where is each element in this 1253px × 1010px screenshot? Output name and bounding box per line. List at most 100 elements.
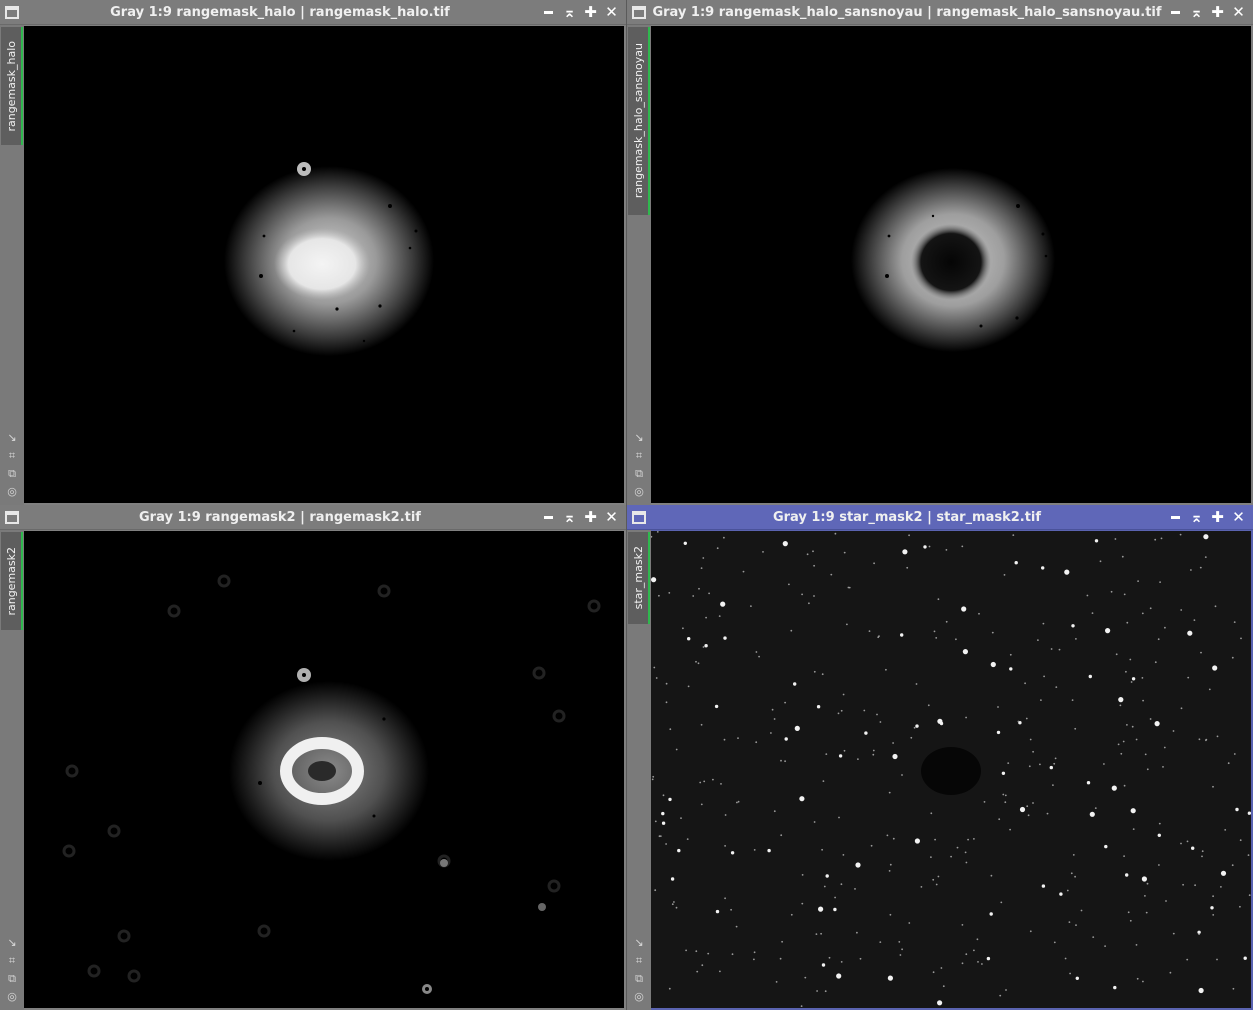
rangemask2-image: [62, 574, 601, 994]
minimize-button[interactable]: [538, 505, 559, 530]
drag-handle-icon[interactable]: ↘: [632, 430, 646, 445]
image-canvas[interactable]: [651, 26, 1251, 503]
star: [1026, 805, 1029, 808]
star: [1136, 977, 1139, 980]
star: [840, 961, 843, 963]
view-target-icon[interactable]: ◎: [5, 484, 19, 499]
fit-view-icon[interactable]: ⌗: [5, 448, 19, 463]
image-canvas[interactable]: [24, 531, 624, 1008]
window-menu-icon[interactable]: [5, 511, 19, 524]
star: [742, 570, 745, 573]
star: [708, 592, 710, 595]
shade-button[interactable]: ⌅: [1186, 0, 1207, 25]
close-button[interactable]: ✕: [601, 505, 622, 530]
shade-button[interactable]: ⌅: [1186, 505, 1207, 530]
minimize-button[interactable]: [1165, 505, 1186, 530]
view-tab[interactable]: rangemask_halo: [1, 27, 23, 145]
maximize-button[interactable]: ✚: [1207, 505, 1228, 530]
star: [675, 748, 678, 751]
close-button[interactable]: ✕: [1228, 0, 1249, 25]
star: [720, 783, 722, 785]
clone-view-icon[interactable]: ⧉: [632, 971, 646, 986]
window-title: Gray 1:9 star_mask2 | star_mask2.tif: [772, 510, 1042, 525]
image-window-rangemask-halo-sansnoyau[interactable]: Gray 1:9 rangemask_halo_sansnoyau | rang…: [627, 0, 1253, 505]
star: [1000, 901, 1003, 904]
star: [1043, 675, 1045, 678]
star: [699, 781, 702, 784]
star: [1186, 958, 1189, 961]
view-tab[interactable]: rangemask_halo_sansnoyau: [628, 27, 650, 215]
star: [788, 583, 790, 586]
shade-button[interactable]: ⌅: [559, 505, 580, 530]
star: [683, 541, 687, 545]
image-canvas[interactable]: [651, 531, 1251, 1008]
window-titlebar[interactable]: Gray 1:9 rangemask_halo | rangemask_halo…: [0, 0, 626, 25]
clone-view-icon[interactable]: ⧉: [5, 971, 19, 986]
window-menu-icon[interactable]: [632, 6, 646, 19]
image-window-star-mask2[interactable]: Gray 1:9 star_mask2 | star_mask2.tif ⌅ ✚…: [627, 505, 1253, 1010]
star: [790, 629, 793, 632]
view-target-icon[interactable]: ◎: [5, 989, 19, 1004]
window-menu-icon[interactable]: [5, 6, 19, 19]
star: [671, 903, 674, 906]
star: [753, 849, 756, 851]
fit-view-icon[interactable]: ⌗: [632, 953, 646, 968]
star: [1193, 619, 1196, 621]
view-target-icon[interactable]: ◎: [632, 484, 646, 499]
image-window-rangemask-halo[interactable]: Gray 1:9 rangemask_halo | rangemask_halo…: [0, 0, 626, 505]
star: [1118, 697, 1124, 703]
fit-view-icon[interactable]: ⌗: [632, 448, 646, 463]
star: [1014, 561, 1018, 565]
minimize-button[interactable]: [538, 0, 559, 25]
star: [775, 981, 778, 983]
star: [1144, 753, 1147, 756]
star: [1141, 612, 1144, 615]
star: [1191, 846, 1195, 850]
star: [1127, 911, 1130, 914]
star: [1104, 945, 1106, 947]
star: [668, 592, 671, 594]
star-mask-image: [651, 531, 1251, 1008]
star: [1029, 738, 1032, 741]
star: [1041, 566, 1045, 570]
maximize-button[interactable]: ✚: [580, 505, 601, 530]
star: [1194, 884, 1196, 887]
view-tab[interactable]: rangemask2: [1, 532, 23, 630]
star: [1132, 828, 1135, 830]
drag-handle-icon[interactable]: ↘: [5, 935, 19, 950]
clone-view-icon[interactable]: ⧉: [5, 466, 19, 481]
minimize-button[interactable]: [1165, 0, 1186, 25]
star: [830, 573, 833, 576]
image-window-rangemask2[interactable]: Gray 1:9 rangemask2 | rangemask2.tif ⌅ ✚…: [0, 505, 626, 1010]
star: [1146, 882, 1149, 885]
view-tab[interactable]: star_mask2: [628, 532, 650, 624]
close-button[interactable]: ✕: [601, 0, 622, 25]
window-titlebar[interactable]: Gray 1:9 rangemask_halo_sansnoyau | rang…: [627, 0, 1253, 25]
star: [1240, 637, 1242, 640]
window-titlebar[interactable]: Gray 1:9 rangemask2 | rangemask2.tif ⌅ ✚…: [0, 505, 626, 530]
image-canvas[interactable]: [24, 26, 624, 503]
window-menu-icon[interactable]: [632, 511, 646, 524]
clone-view-icon[interactable]: ⧉: [632, 466, 646, 481]
star: [1212, 785, 1214, 788]
close-button[interactable]: ✕: [1228, 505, 1249, 530]
maximize-button[interactable]: ✚: [1207, 0, 1228, 25]
star: [1186, 840, 1189, 843]
star: [700, 723, 703, 726]
fit-view-icon[interactable]: ⌗: [5, 953, 19, 968]
view-tab-label: rangemask2: [4, 546, 18, 616]
star: [955, 638, 957, 641]
maximize-button[interactable]: ✚: [580, 0, 601, 25]
window-titlebar[interactable]: Gray 1:9 star_mask2 | star_mask2.tif ⌅ ✚…: [627, 505, 1253, 530]
star: [723, 636, 727, 640]
star: [1125, 873, 1129, 877]
star: [879, 941, 882, 943]
drag-handle-icon[interactable]: ↘: [5, 430, 19, 445]
star: [816, 990, 818, 992]
star: [937, 875, 940, 878]
drag-handle-icon[interactable]: ↘: [632, 935, 646, 950]
star: [857, 758, 859, 760]
view-target-icon[interactable]: ◎: [632, 989, 646, 1004]
star: [1041, 884, 1046, 888]
shade-button[interactable]: ⌅: [559, 0, 580, 25]
